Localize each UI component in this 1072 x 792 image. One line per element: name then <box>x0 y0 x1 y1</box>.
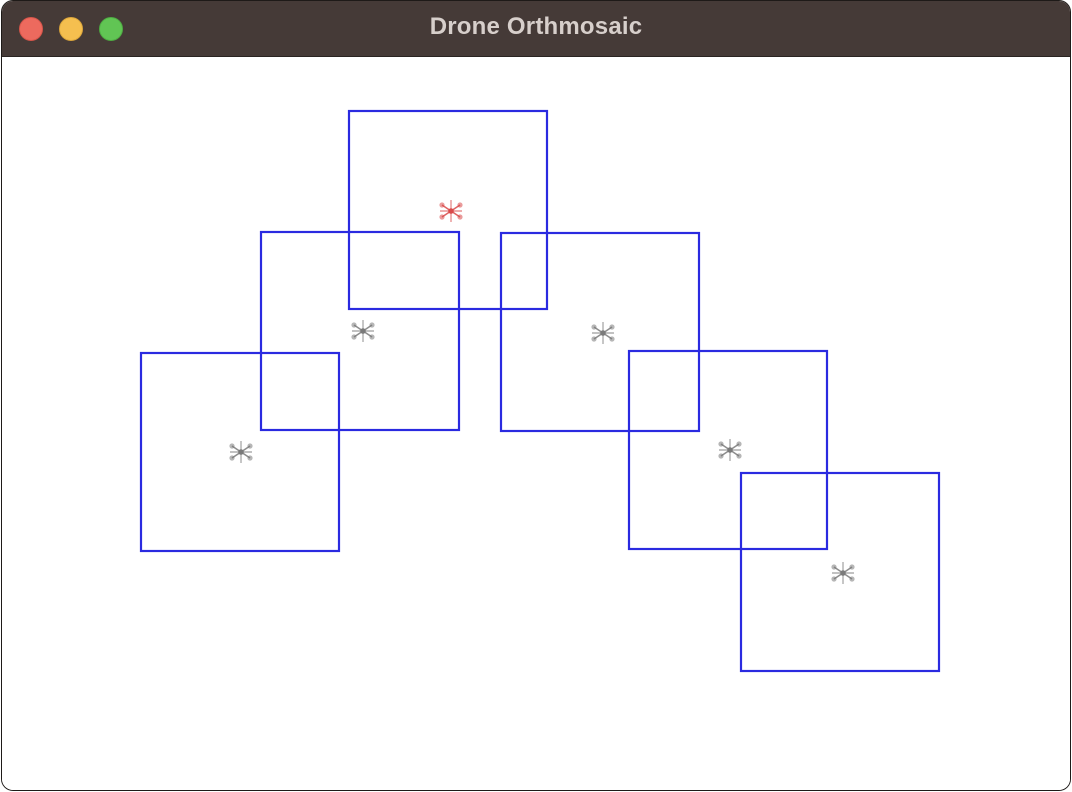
footprint-square-6 <box>739 471 941 673</box>
active-drone-icon[interactable] <box>439 200 463 222</box>
drone-icon-3[interactable] <box>591 322 615 344</box>
footprint-square-3 <box>499 231 701 433</box>
footprint-square-1 <box>347 109 549 311</box>
drone-icon-2[interactable] <box>351 320 375 342</box>
window-title: Drone Orthmosaic <box>429 13 643 40</box>
app-window: Drone Orthmosaic <box>1 0 1071 791</box>
mosaic-drawing <box>139 109 941 673</box>
title-bar[interactable]: Drone Orthmosaic <box>2 1 1070 57</box>
drone-icon-5[interactable] <box>831 562 855 584</box>
mosaic-canvas[interactable] <box>2 57 1070 790</box>
drone-icon-4[interactable] <box>718 439 742 461</box>
drone-icon-1[interactable] <box>229 441 253 463</box>
